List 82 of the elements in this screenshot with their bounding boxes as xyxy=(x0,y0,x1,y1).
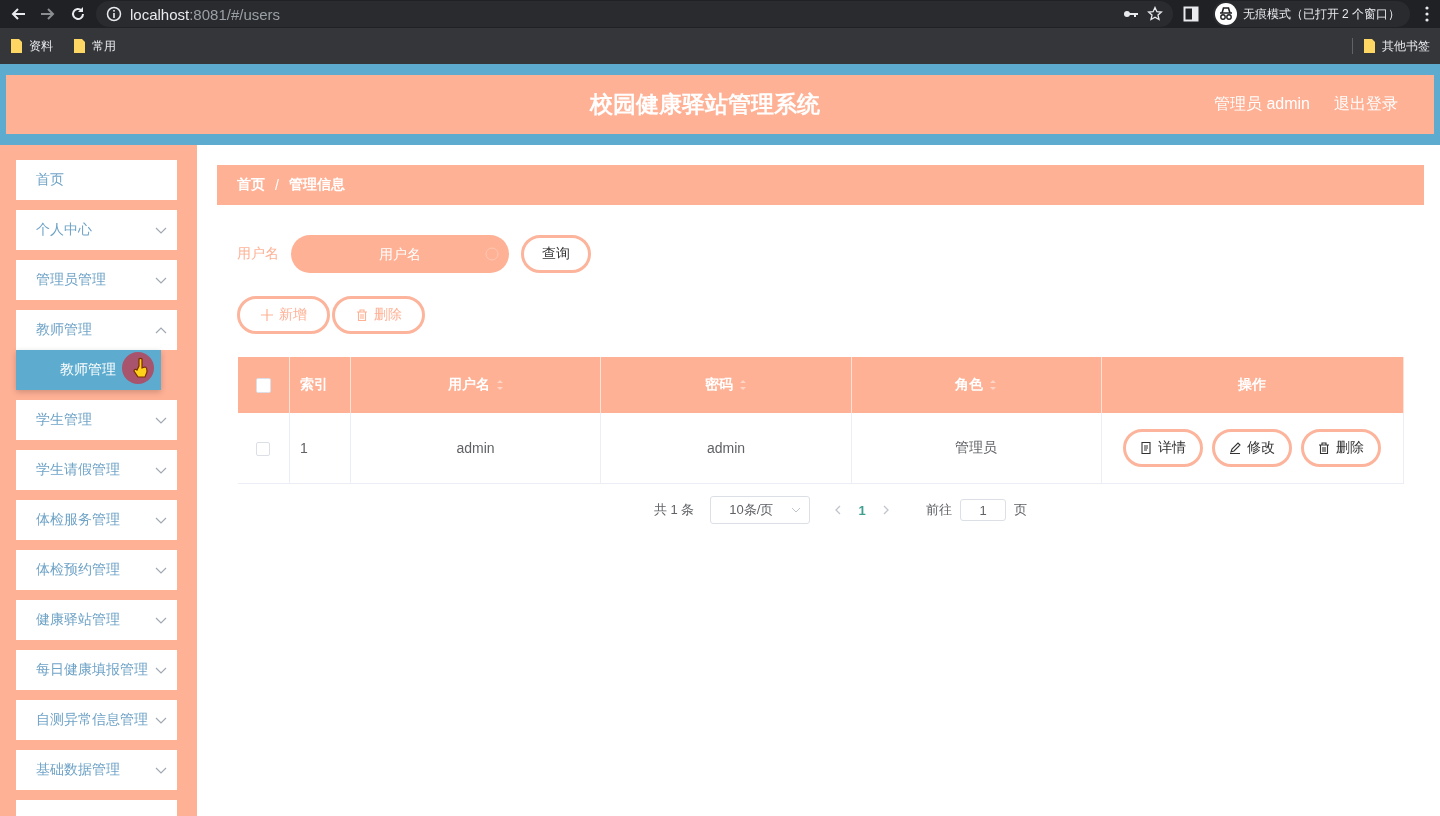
plus-icon xyxy=(260,309,273,321)
table-cell: 1 xyxy=(299,440,308,456)
menu-icon[interactable] xyxy=(1424,6,1430,22)
delete-button[interactable]: 删除 xyxy=(1301,429,1382,467)
page-size-select[interactable]: 10条/页 xyxy=(710,496,811,524)
reload-icon[interactable] xyxy=(70,6,86,22)
back-icon[interactable] xyxy=(10,6,26,22)
chevron-icon xyxy=(155,466,167,474)
sidebar-item[interactable]: 学生管理 xyxy=(16,400,177,440)
sort-icon xyxy=(739,380,748,391)
column-header: 索引 xyxy=(299,376,328,392)
breadcrumb-item[interactable]: 管理信息 xyxy=(288,176,345,194)
total-count: 共 1 条 xyxy=(653,501,695,519)
sidebar-item[interactable]: 个人中心 xyxy=(16,210,177,250)
chevron-icon xyxy=(155,566,167,574)
page-number[interactable]: 1 xyxy=(850,502,875,518)
table-cell: 管理员 xyxy=(955,439,998,455)
table-cell: admin xyxy=(456,440,495,456)
sidebar-item[interactable]: 体检预约管理 xyxy=(16,550,177,590)
page-input[interactable]: 1 xyxy=(960,499,1007,521)
chevron-icon xyxy=(155,416,167,424)
sidebar-item[interactable]: 教师管理 xyxy=(16,310,177,350)
chevron-icon xyxy=(155,226,167,234)
folder-icon xyxy=(1363,38,1376,54)
chevron-icon xyxy=(155,716,167,724)
delete-button[interactable]: 删除 xyxy=(332,296,425,334)
chevron-icon xyxy=(155,616,167,624)
pencil-icon xyxy=(1229,442,1242,454)
chevron-icon xyxy=(155,516,167,524)
search-field[interactable]: 用户名 xyxy=(291,235,509,273)
incognito-badge[interactable]: 无痕模式（已打开 2 个窗口） xyxy=(1212,1,1410,27)
sidebar-item[interactable]: 体检服务管理 xyxy=(16,500,177,540)
bookmark[interactable]: 常用 xyxy=(73,37,116,55)
info-icon xyxy=(106,6,122,22)
column-header[interactable]: 用户名 xyxy=(447,376,490,392)
sidebar-item[interactable]: 学生请假管理 xyxy=(16,450,177,490)
incognito-icon xyxy=(1214,3,1237,25)
breadcrumb-separator: / xyxy=(275,177,279,193)
search-button[interactable]: 查询 xyxy=(521,235,591,273)
chevron-icon xyxy=(155,276,167,284)
sidebar-item[interactable]: 每日健康填报管理 xyxy=(16,650,177,690)
submenu-item[interactable]: 教师管理 xyxy=(16,350,161,390)
address-field[interactable]: localhost:8081/#/users xyxy=(130,5,281,23)
edit-button[interactable]: 修改 xyxy=(1212,429,1293,467)
sidebar-item[interactable]: 首页 xyxy=(16,160,177,200)
folder-icon xyxy=(73,38,86,54)
table-cell: admin xyxy=(707,440,746,456)
incognito-label: 无痕模式（已打开 2 个窗口） xyxy=(1242,5,1400,23)
select-all-checkbox[interactable] xyxy=(255,378,271,394)
row-checkbox[interactable] xyxy=(256,442,271,457)
sidebar-item[interactable]: 基础数据管理 xyxy=(16,750,177,790)
add-button[interactable]: 新增 xyxy=(237,296,330,334)
app-title: 校园健康驿站管理系统 xyxy=(588,90,821,119)
user-label: 管理员 admin xyxy=(1213,94,1310,114)
sidebar-item[interactable]: 管理员管理 xyxy=(16,260,177,300)
bookmark[interactable]: 资料 xyxy=(10,37,53,55)
sidebar-item[interactable]: 健康驿站管理 xyxy=(16,600,177,640)
chevron-icon xyxy=(155,766,167,774)
detail-button[interactable]: 详情 xyxy=(1123,429,1204,467)
column-header[interactable]: 角色 xyxy=(955,376,984,392)
chevron-icon xyxy=(155,666,167,674)
logout-link[interactable]: 退出登录 xyxy=(1334,94,1398,115)
folder-icon xyxy=(10,38,23,54)
sort-icon xyxy=(989,380,998,391)
goto-label: 前往 xyxy=(926,501,953,519)
sidebar-item[interactable]: 自测异常信息管理 xyxy=(16,700,177,740)
sort-icon xyxy=(495,380,504,391)
cursor-icon xyxy=(122,352,154,384)
bookmark[interactable]: 其他书签 xyxy=(1363,37,1430,55)
trash-icon xyxy=(1318,442,1331,454)
star-icon[interactable] xyxy=(1146,6,1163,22)
chevron-icon xyxy=(155,326,167,334)
document-icon xyxy=(1140,442,1153,454)
side-panel-icon[interactable] xyxy=(1182,6,1199,22)
page-unit-label: 页 xyxy=(1014,501,1028,519)
field-label: 用户名 xyxy=(237,245,279,263)
column-header[interactable]: 密码 xyxy=(705,376,734,392)
breadcrumb-item[interactable]: 首页 xyxy=(237,176,265,194)
column-header: 操作 xyxy=(1238,376,1267,392)
trash-icon xyxy=(355,309,368,321)
forward-icon[interactable] xyxy=(40,6,56,22)
chevron-icon xyxy=(791,507,802,513)
